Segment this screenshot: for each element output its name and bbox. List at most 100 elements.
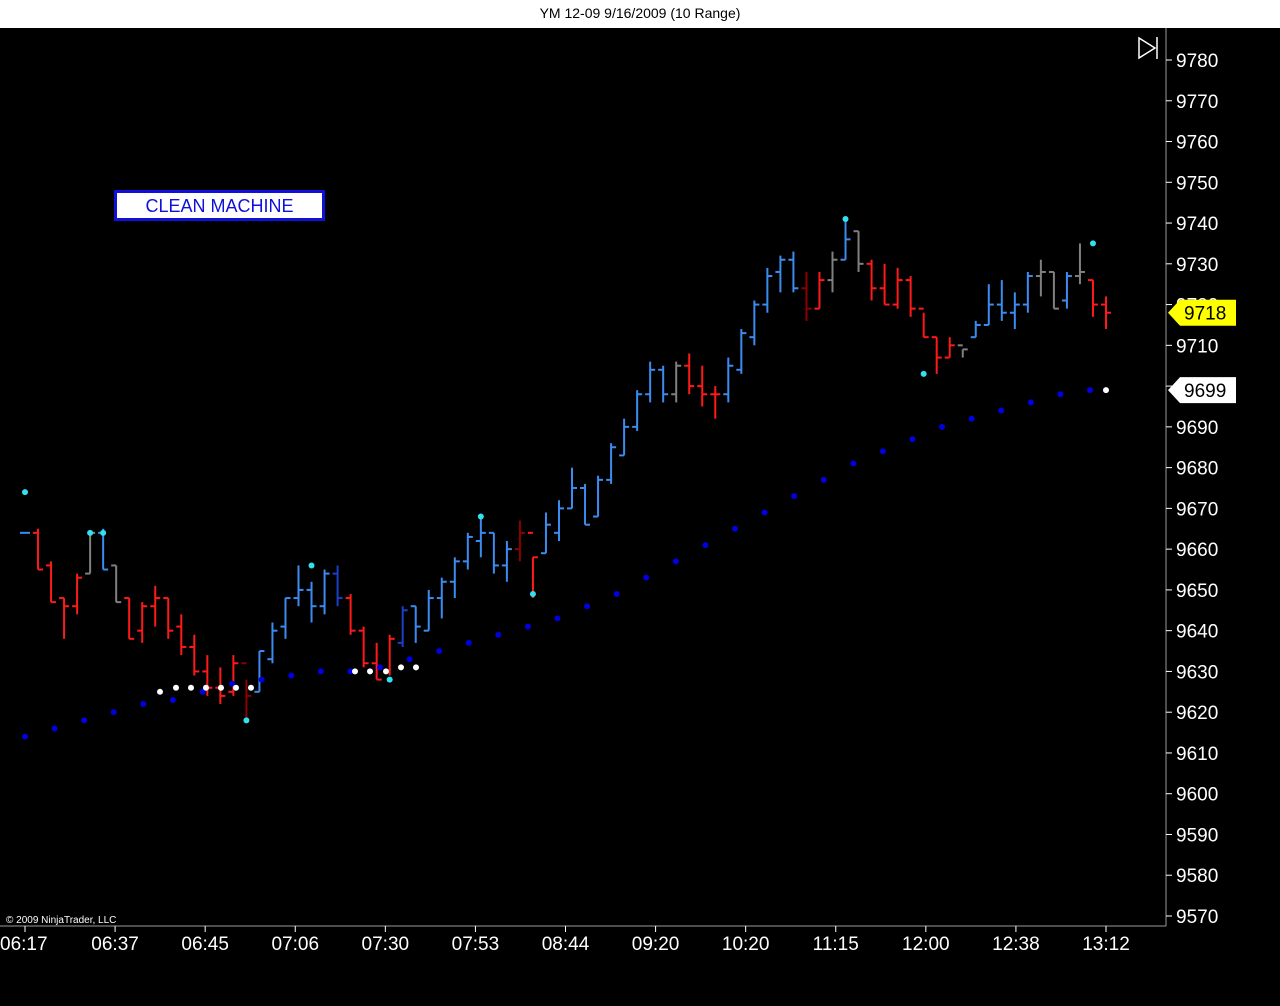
ohlc-bar: [697, 365, 708, 407]
x-tick-label: 07:53: [452, 934, 500, 955]
ohlc-bar: [150, 585, 161, 627]
trailing-stop-dot: [968, 415, 975, 422]
pivot-dot: [920, 370, 927, 377]
ohlc-bar: [124, 597, 135, 640]
pivot-dot: [22, 489, 28, 496]
ohlc-bar: [632, 390, 643, 431]
trailing-stop-dot: [258, 676, 265, 683]
x-tick-label: 12:38: [992, 934, 1040, 955]
ohlc-bar: [892, 267, 903, 309]
ohlc-bar: [593, 475, 604, 518]
trailing-stop-active-dot: [157, 688, 163, 695]
ohlc-bar: [957, 344, 968, 358]
ohlc-bar: [449, 557, 460, 599]
pivot-dot: [87, 529, 94, 536]
ohlc-bar: [72, 573, 83, 615]
chart-window-title: YM 12-09 9/16/2009 (10 Range): [0, 0, 1280, 28]
ohlc-bar: [619, 418, 630, 457]
trailing-stop-active-dot: [367, 668, 373, 675]
trailing-stop-dot: [732, 525, 738, 532]
pivot-dot: [1089, 240, 1096, 247]
pivot-dot: [243, 717, 250, 724]
ohlc-bar: [658, 365, 669, 403]
x-tick-label: 06:45: [181, 934, 229, 955]
ohlc-bar: [996, 280, 1007, 321]
x-tick-label: 07:06: [271, 934, 319, 955]
ohlc-bar: [241, 662, 252, 721]
ohlc-bar: [85, 531, 96, 575]
ohlc-bar: [475, 516, 486, 558]
ohlc-bar: [20, 531, 30, 534]
ohlc-bar: [970, 320, 981, 339]
ohlc-bar: [33, 528, 44, 571]
trailing-stop-dot: [377, 664, 383, 671]
indicator-dots: [22, 215, 1109, 740]
axes: 9570 9580 9590 9600 9610 9620 9630 9640 9650 9660…: [0, 28, 1236, 955]
ohlc-bar: [280, 597, 291, 639]
trailing-stop-active-dot: [352, 668, 358, 675]
ohlc-bar: [879, 263, 890, 306]
y-tick-label: 9650: [1176, 581, 1218, 602]
ohlc-bar: [1048, 270, 1059, 310]
pivot-dot: [100, 529, 107, 536]
trailing-stop-dot: [702, 542, 709, 549]
clean-machine-label: CLEAN MACHINE: [114, 190, 325, 221]
ohlc-bar: [1101, 296, 1111, 330]
ohlc-bar: [775, 255, 786, 293]
ohlc-bar: [853, 230, 864, 272]
ohlc-bar: [423, 589, 434, 632]
trailing-stop-dot: [140, 701, 147, 708]
skip-to-end-icon[interactable]: [1138, 36, 1158, 60]
ohlc-bar: [488, 531, 499, 574]
chart-panel[interactable]: 9570 9580 9590 9600 9610 9620 9630 9640 9650 9660…: [0, 28, 1280, 1006]
ohlc-bar: [1035, 259, 1046, 297]
y-tick-label: 9750: [1176, 173, 1218, 194]
y-tick-label: 9630: [1176, 662, 1218, 683]
trailing-stop-dot: [909, 436, 916, 443]
ohlc-bar: [918, 307, 929, 339]
ohlc-bar: [137, 602, 148, 643]
ohlc-bar: [111, 564, 122, 604]
trailing-stop-active-dot: [1103, 387, 1109, 394]
trailing-stop-active-dot: [173, 684, 179, 691]
x-tick-label: 06:17: [0, 934, 48, 955]
y-tick-label: 9580: [1176, 866, 1218, 887]
indicator-value-marker-text: 9699: [1184, 381, 1226, 402]
y-tick-label: 9710: [1176, 336, 1218, 357]
trailing-stop-dot: [879, 448, 886, 455]
price-chart[interactable]: 9570 9580 9590 9600 9610 9620 9630 9640 9650 9660…: [0, 28, 1280, 1006]
ohlc-bar: [1009, 292, 1020, 330]
pivot-dot: [477, 513, 484, 520]
y-tick-label: 9770: [1176, 92, 1218, 113]
x-tick-label: 12:00: [902, 934, 950, 955]
trailing-stop-dot: [761, 509, 768, 516]
trailing-stop-dot: [791, 493, 798, 500]
ohlc-bar: [189, 634, 200, 676]
ohlc-bar: [59, 597, 70, 639]
trailing-stop-dot: [110, 709, 117, 716]
trailing-stop-dot: [81, 717, 88, 724]
trailing-stop-active-dot: [218, 684, 224, 691]
y-tick-label: 9570: [1176, 907, 1218, 928]
ohlc-bar: [944, 337, 955, 359]
trailing-stop-dot: [169, 696, 176, 703]
x-tick-label: 11:15: [813, 934, 859, 955]
ohlc-bar: [749, 300, 760, 346]
trailing-stop-dot: [998, 407, 1005, 414]
pivot-dot: [529, 590, 536, 597]
trailing-stop-active-dot: [203, 684, 209, 691]
trailing-stop-dot: [613, 590, 620, 597]
ohlc-bar: [553, 500, 564, 541]
trailing-stop-dot: [436, 648, 443, 655]
ohlc-bar: [931, 336, 942, 374]
ohlc-bar: [1074, 243, 1085, 285]
y-tick-label: 9680: [1176, 459, 1218, 480]
ohlc-bar: [358, 626, 369, 668]
trailing-stop-dot: [939, 423, 946, 430]
ohlc-bar: [983, 284, 994, 326]
trailing-stop-active-dot: [248, 684, 254, 691]
x-tick-label: 13:12: [1082, 934, 1130, 955]
ohlc-bar: [606, 443, 617, 484]
ohlc-bar: [163, 597, 174, 639]
ohlc-bar: [397, 606, 408, 647]
